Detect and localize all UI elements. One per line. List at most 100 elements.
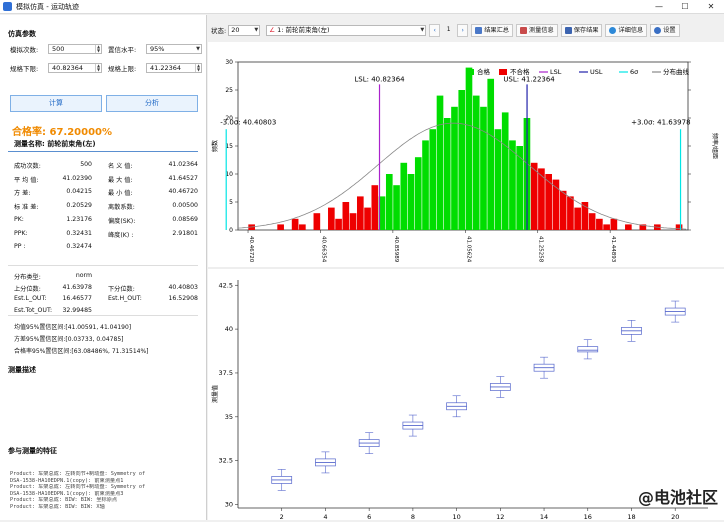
stat-value: 0.32474 <box>54 243 92 250</box>
feature-line: Product: 车架总成: 左转向节+制动盘: Symmetry of <box>10 471 202 478</box>
window-title: 模拟仿真 - 运动轨迹 <box>16 2 79 12</box>
measure-name: 测量名称: 前轮前束角(左) <box>14 139 96 149</box>
feature-line: Product: 车架总成: 左转向节+制动盘: Symmetry of <box>10 484 202 491</box>
settings-button[interactable]: 设置 <box>650 24 679 37</box>
y-tick-label: 37.5 <box>219 369 233 377</box>
low-sigma-label: -3.0σ: 40.40803 <box>220 119 276 127</box>
pass-bar <box>408 174 415 230</box>
stat-label: 下分位数: <box>108 284 135 293</box>
prev-page-button[interactable]: ‹ <box>429 24 440 37</box>
sim-count-input[interactable]: 500 ▲▼ <box>48 44 102 54</box>
conf-level-select[interactable]: 95% ▼ <box>146 44 202 54</box>
y-tick-label: 30 <box>225 500 233 508</box>
stat-value: 32.99485 <box>54 307 92 314</box>
stat-label: 平 均 值: <box>14 175 39 184</box>
y-tick-label: 25 <box>225 87 233 94</box>
next-page-button[interactable]: › <box>457 24 468 37</box>
legend-label: 分布曲线 <box>663 67 690 76</box>
spin-arrows-icon[interactable]: ▲▼ <box>195 64 201 72</box>
state-select[interactable]: 20 ▼ <box>228 25 260 36</box>
charts-svg: 051015202530频数频率/组距LSL: 40.82364USL: 41.… <box>208 42 724 520</box>
stat-value: norm <box>54 272 92 279</box>
chevron-down-icon: ▼ <box>254 26 258 34</box>
pass-bar <box>495 129 502 230</box>
pass-rate-ci: 合格率95%置信区间:[63.08486%, 71.31514%] <box>14 346 149 355</box>
pass-bar <box>487 79 494 230</box>
left-panel: 仿真参数 模拟次数: 500 ▲▼ 置信水平: 95% ▼ 规格下限: 40.8… <box>0 15 207 520</box>
x-tick-label: 40.85989 <box>393 236 399 263</box>
fail-bar <box>560 191 567 230</box>
pass-bar <box>473 96 480 230</box>
spin-arrows-icon[interactable]: ▲▼ <box>95 64 101 72</box>
spin-arrows-icon[interactable]: ▲▼ <box>95 45 101 53</box>
fail-bar <box>531 163 538 230</box>
title-bar: 模拟仿真 - 运动轨迹 — ☐ ✕ <box>0 0 724 14</box>
ruler-icon <box>520 27 527 34</box>
measure-select[interactable]: ∠ 1: 前轮前束角(左) ▼ <box>266 25 426 36</box>
watermark: @电池社区 <box>638 484 718 508</box>
close-button[interactable]: ✕ <box>698 0 724 14</box>
features-list: Product: 车架总成: 左转向节+制动盘: Symmetry of DSA… <box>10 471 202 511</box>
y-axis-label: 频数 <box>211 140 219 152</box>
minimize-button[interactable]: — <box>646 0 672 14</box>
x-tick-label: 4 <box>323 513 327 520</box>
legend-label: 6σ <box>630 68 638 76</box>
fail-bar <box>343 202 350 230</box>
stat-label: 方 差: <box>14 188 30 197</box>
features-title: 参与测量的特征 <box>8 446 57 456</box>
fail-bar <box>335 219 342 230</box>
divider <box>8 151 198 152</box>
feature-line: DSA-1538-HA10EDPN.1(copy): 前束测量点3 <box>10 491 202 498</box>
stat-value: 41.02390 <box>54 175 92 182</box>
stat-value: 40.46720 <box>160 188 198 195</box>
pass-bar <box>509 140 516 230</box>
stat-label: PPK: <box>14 230 28 237</box>
stat-value: 500 <box>54 161 92 168</box>
fail-bar <box>357 196 364 230</box>
summary-button[interactable]: 结果汇总 <box>471 24 513 37</box>
stat-value: 0.32431 <box>54 230 92 237</box>
feature-line: DSA-1538-HA10EDPN.1(copy): 前束测量点1 <box>10 478 202 485</box>
stat-value: 41.63978 <box>54 284 92 291</box>
x-tick-label: 41.25258 <box>538 236 544 263</box>
x-tick-label: 41.44893 <box>610 236 616 263</box>
stat-label: 上分位数: <box>14 284 41 293</box>
legend-swatch <box>499 69 507 75</box>
x-tick-label: 40.46720 <box>248 236 254 263</box>
chart-area: 051015202530频数频率/组距LSL: 40.82364USL: 41.… <box>208 42 724 520</box>
chevron-down-icon: ▼ <box>196 45 200 53</box>
detail-button[interactable]: 详细信息 <box>605 24 647 37</box>
stat-value: 16.46577 <box>54 295 92 302</box>
fail-bar <box>299 224 306 230</box>
lsl-input[interactable]: 40.82364 ▲▼ <box>48 63 102 73</box>
usl-input[interactable]: 41.22364 ▲▼ <box>146 63 202 73</box>
pass-bar <box>458 90 465 230</box>
legend-label: LSL <box>550 68 562 76</box>
measure-info-button[interactable]: 测量信息 <box>516 24 558 37</box>
fail-bar <box>364 208 371 230</box>
stat-label: 最 小 值: <box>108 188 133 197</box>
sim-params-title: 仿真参数 <box>8 29 36 39</box>
stat-value: 40.40803 <box>160 284 198 291</box>
measure-desc-title: 测量描述 <box>8 365 36 375</box>
calculate-button[interactable]: 计算 <box>10 95 102 112</box>
stat-value: 0.04215 <box>54 188 92 195</box>
y-tick-label: 30 <box>225 59 233 66</box>
save-button[interactable]: 保存结果 <box>561 24 603 37</box>
x-tick-label: 18 <box>627 513 635 520</box>
pass-bar <box>451 107 458 230</box>
pass-bar <box>386 174 393 230</box>
variance-ci: 方差95%置信区间:[0.03733, 0.04785] <box>14 334 123 343</box>
divider <box>8 265 198 266</box>
maximize-button[interactable]: ☐ <box>672 0 698 14</box>
fail-bar <box>292 219 299 230</box>
pass-bar <box>400 163 407 230</box>
stat-value: 1.23176 <box>54 216 92 223</box>
y-tick-label: 0 <box>229 227 233 234</box>
analyze-button[interactable]: 分析 <box>106 95 198 112</box>
stat-label: 标 准 差: <box>14 202 39 211</box>
y-tick-label: 5 <box>229 199 233 206</box>
stat-label: 成功次数: <box>14 161 41 170</box>
pass-bar <box>466 68 473 230</box>
lsl-label: LSL: 40.82364 <box>354 76 405 84</box>
